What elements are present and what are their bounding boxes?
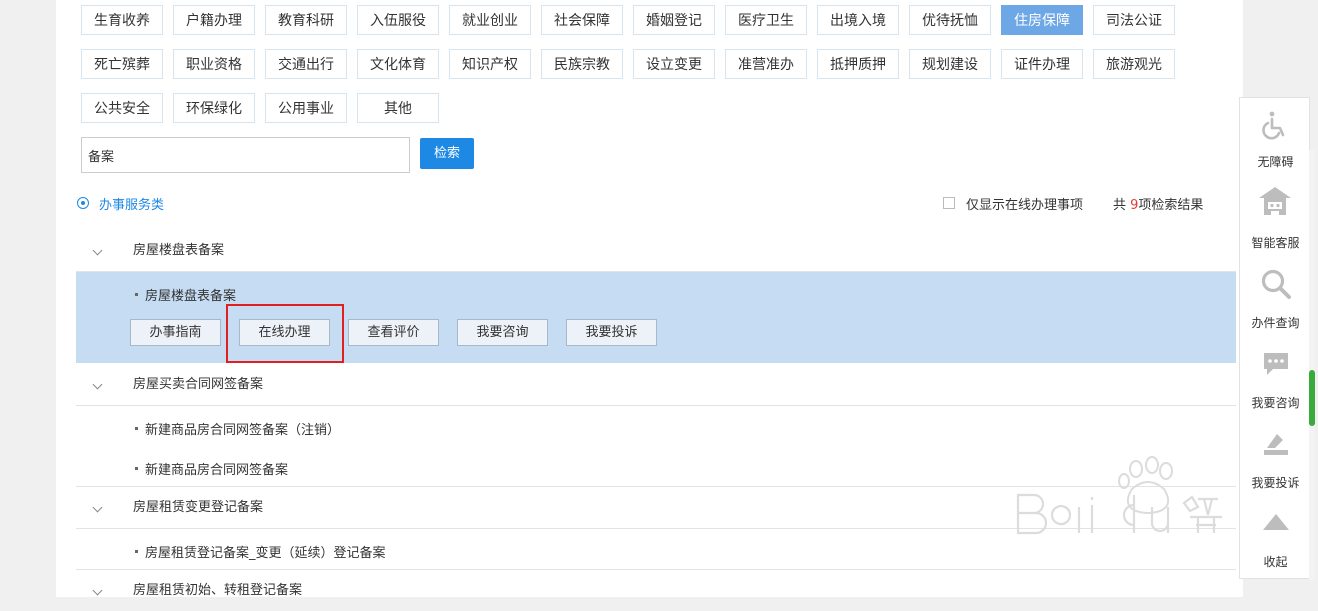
category-tag[interactable]: 准营准办 <box>725 49 807 79</box>
category-tag[interactable]: 优待抚恤 <box>909 5 991 35</box>
group-title: 房屋租赁初始、转租登记备案 <box>133 583 303 598</box>
online-only-checkbox[interactable] <box>943 197 955 209</box>
chevron-down-icon[interactable] <box>92 502 103 513</box>
category-tag[interactable]: 抵押质押 <box>817 49 899 79</box>
category-tag[interactable]: 婚姻登记 <box>633 5 715 35</box>
divider <box>76 405 1236 406</box>
tool-label: 无障碍 <box>1257 155 1294 169</box>
tool-label: 我要咨询 <box>1251 396 1300 410</box>
service-type-label: 办事服务类 <box>99 197 165 213</box>
accessibility-tool[interactable]: 无障碍 <box>1240 98 1311 178</box>
result-prefix: 共 <box>1113 198 1131 213</box>
category-tag[interactable]: 民族宗教 <box>541 49 623 79</box>
complaint-tool[interactable]: 我要投诉 <box>1240 418 1311 498</box>
annotation-box <box>226 304 344 363</box>
bullet-icon <box>135 467 138 470</box>
chevron-down-icon[interactable] <box>92 245 103 256</box>
list-item[interactable]: 房屋租赁登记备案_变更（延续）登记备案 <box>135 542 386 561</box>
tool-label: 收起 <box>1263 555 1288 569</box>
floating-toolbar: 无障碍 智能客服 办件查询 我要咨询 我要投诉 收起 <box>1239 97 1310 579</box>
smart-service-tool[interactable]: 智能客服 <box>1240 178 1311 258</box>
category-tag[interactable]: 证件办理 <box>1001 49 1083 79</box>
consult-button[interactable]: 我要咨询 <box>457 319 548 346</box>
list-item[interactable]: 新建商品房合同网签备案（注销） <box>135 419 340 438</box>
category-tag[interactable]: 公用事业 <box>265 93 347 123</box>
category-tag[interactable]: 公共安全 <box>81 93 163 123</box>
category-tag[interactable]: 入伍服役 <box>357 5 439 35</box>
complain-button[interactable]: 我要投诉 <box>566 319 657 346</box>
view-rating-button[interactable]: 查看评价 <box>348 319 439 346</box>
tool-label: 办件查询 <box>1251 316 1300 330</box>
category-tag[interactable]: 出境入境 <box>817 5 899 35</box>
collapse-tool[interactable]: 收起 <box>1240 498 1311 578</box>
group-title: 房屋楼盘表备案 <box>133 243 225 258</box>
complaint-icon <box>1264 434 1288 455</box>
bullet-icon <box>135 550 138 553</box>
result-count: 共 9项检索结果 <box>1113 194 1203 213</box>
robot-icon <box>1259 187 1291 215</box>
guide-button[interactable]: 办事指南 <box>130 319 221 346</box>
category-tag[interactable]: 文化体育 <box>357 49 439 79</box>
chevron-down-icon[interactable] <box>92 379 103 390</box>
category-tag[interactable]: 户籍办理 <box>173 5 255 35</box>
tool-label: 智能客服 <box>1251 236 1300 250</box>
collapse-up-icon <box>1263 514 1289 530</box>
category-tag[interactable]: 死亡殡葬 <box>81 49 163 79</box>
category-tag[interactable]: 旅游观光 <box>1093 49 1175 79</box>
wheelchair-icon <box>1262 111 1285 140</box>
category-tag[interactable]: 就业创业 <box>449 5 531 35</box>
online-only-label: 仅显示在线办理事项 <box>966 197 1084 213</box>
category-tag[interactable]: 设立变更 <box>633 49 715 79</box>
magnifier-icon <box>1261 269 1291 299</box>
category-tag-active[interactable]: 住房保障 <box>1001 5 1083 35</box>
group-title: 房屋买卖合同网签备案 <box>133 377 264 392</box>
chevron-down-icon[interactable] <box>92 585 103 596</box>
radio-selected-icon[interactable] <box>77 197 89 209</box>
case-query-tool[interactable]: 办件查询 <box>1240 258 1311 338</box>
item-title: 新建商品房合同网签备案（注销） <box>145 423 341 438</box>
category-tag[interactable]: 知识产权 <box>449 49 531 79</box>
category-tag[interactable]: 规划建设 <box>909 49 991 79</box>
result-suffix: 项检索结果 <box>1138 198 1204 213</box>
bullet-icon <box>135 427 138 430</box>
chat-icon <box>1264 353 1288 375</box>
list-item[interactable]: 房屋楼盘表备案 <box>135 285 236 304</box>
item-title: 新建商品房合同网签备案 <box>145 463 289 478</box>
category-tag[interactable]: 职业资格 <box>173 49 255 79</box>
category-tag[interactable]: 其他 <box>357 93 439 123</box>
category-tag[interactable]: 教育科研 <box>265 5 347 35</box>
group-title: 房屋租赁变更登记备案 <box>133 500 264 515</box>
divider <box>76 486 1236 487</box>
divider <box>76 569 1236 570</box>
tool-label: 我要投诉 <box>1251 476 1300 490</box>
category-tag[interactable]: 司法公证 <box>1093 5 1175 35</box>
search-input[interactable] <box>81 137 410 173</box>
bullet-icon <box>135 293 138 296</box>
group-row[interactable]: 房屋买卖合同网签备案 <box>76 365 1236 405</box>
item-title: 房屋租赁登记备案_变更（延续）登记备案 <box>145 546 386 561</box>
category-tag[interactable]: 医疗卫生 <box>725 5 807 35</box>
scrollbar-thumb[interactable] <box>1309 370 1315 426</box>
group-row[interactable]: 房屋租赁初始、转租登记备案 <box>76 571 1236 611</box>
group-row[interactable]: 房屋租赁变更登记备案 <box>76 488 1236 528</box>
category-tag[interactable]: 生育收养 <box>81 5 163 35</box>
category-tag[interactable]: 社会保障 <box>541 5 623 35</box>
consult-tool[interactable]: 我要咨询 <box>1240 338 1311 418</box>
service-type-radio[interactable]: 办事服务类 <box>77 194 165 213</box>
divider <box>76 528 1236 529</box>
list-item[interactable]: 新建商品房合同网签备案 <box>135 459 288 478</box>
category-tag[interactable]: 环保绿化 <box>173 93 255 123</box>
scrollbar-track[interactable] <box>1309 150 1315 580</box>
group-row[interactable]: 房屋楼盘表备案 <box>76 231 1236 271</box>
category-tag[interactable]: 交通出行 <box>265 49 347 79</box>
item-title: 房屋楼盘表备案 <box>145 289 237 304</box>
online-only-filter[interactable]: 仅显示在线办理事项 <box>943 194 1084 213</box>
search-button[interactable]: 检索 <box>420 138 474 169</box>
